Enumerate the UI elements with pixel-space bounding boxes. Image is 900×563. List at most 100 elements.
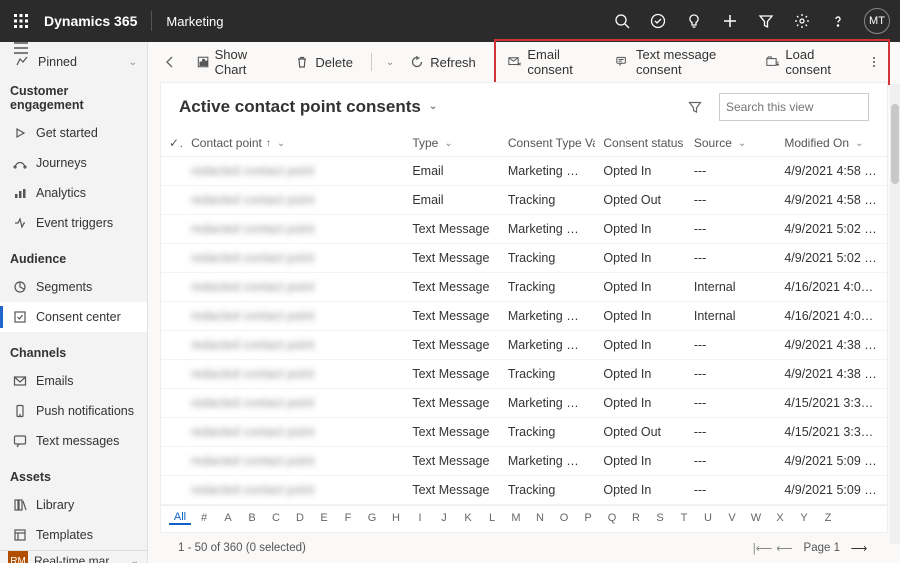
refresh-label: Refresh — [430, 55, 476, 70]
area-switcher[interactable]: RM Real-time marketi… ⌄ — [0, 550, 147, 563]
user-avatar[interactable]: MT — [864, 8, 890, 34]
alpha-w[interactable]: W — [745, 512, 767, 524]
table-row[interactable]: redacted contact pointText MessageTracki… — [161, 273, 887, 302]
cell-contact-point: redacted contact point — [183, 302, 404, 331]
show-chart-button[interactable]: Show Chart — [189, 43, 282, 81]
table-row[interactable]: redacted contact pointText MessageTracki… — [161, 418, 887, 447]
task-icon[interactable] — [642, 5, 674, 37]
filter-button[interactable] — [681, 93, 709, 121]
sidebar-item-label: Library — [36, 498, 74, 512]
add-icon[interactable] — [714, 5, 746, 37]
delete-button[interactable]: Delete — [287, 51, 361, 74]
alpha-g[interactable]: G — [361, 512, 383, 524]
alpha-u[interactable]: U — [697, 512, 719, 524]
alpha-k[interactable]: K — [457, 512, 479, 524]
alpha-o[interactable]: O — [553, 512, 575, 524]
next-page-button[interactable]: ⟶ — [848, 537, 870, 559]
cell-contact-point: redacted contact point — [183, 447, 404, 476]
lightbulb-icon[interactable] — [678, 5, 710, 37]
table-row[interactable]: redacted contact pointText MessageTracki… — [161, 360, 887, 389]
column-header[interactable]: Consent status⌄ — [595, 130, 685, 157]
alpha-#[interactable]: # — [193, 512, 215, 524]
table-row[interactable]: redacted contact pointText MessageMarket… — [161, 447, 887, 476]
first-page-button[interactable]: |⟵ — [752, 537, 774, 559]
alpha-l[interactable]: L — [481, 512, 503, 524]
sidebar-item-consent-center[interactable]: Consent center — [0, 302, 147, 332]
pinned-section[interactable]: Pinned ⌄ — [0, 54, 147, 70]
sidebar-item-text-messages[interactable]: Text messages — [0, 426, 147, 456]
column-header[interactable]: Modified On⌄ — [776, 130, 887, 157]
alpha-a[interactable]: A — [217, 512, 239, 524]
more-commands-icon[interactable] — [863, 50, 884, 74]
table-row[interactable]: redacted contact pointText MessageMarket… — [161, 389, 887, 418]
app-launcher-icon[interactable] — [10, 10, 32, 32]
search-input[interactable] — [726, 100, 881, 114]
library-icon — [12, 497, 28, 513]
column-header[interactable]: Contact point↑⌄ — [183, 130, 404, 157]
push-icon — [12, 403, 28, 419]
prev-page-button[interactable]: ⟵ — [774, 537, 796, 559]
alpha-y[interactable]: Y — [793, 512, 815, 524]
back-button[interactable] — [158, 48, 183, 76]
refresh-button[interactable]: Refresh — [402, 51, 484, 74]
alpha-i[interactable]: I — [409, 512, 431, 524]
alpha-p[interactable]: P — [577, 512, 599, 524]
email-consent-button[interactable]: Email consent — [500, 43, 605, 81]
alpha-all[interactable]: All — [169, 511, 191, 525]
table-row[interactable]: redacted contact pointEmailTrackingOpted… — [161, 186, 887, 215]
help-icon[interactable] — [822, 5, 854, 37]
alpha-d[interactable]: D — [289, 512, 311, 524]
table-row[interactable]: redacted contact pointText MessageMarket… — [161, 302, 887, 331]
alpha-c[interactable]: C — [265, 512, 287, 524]
table-row[interactable]: redacted contact pointText MessageTracki… — [161, 476, 887, 505]
sidebar-item-event-triggers[interactable]: Event triggers — [0, 208, 147, 238]
select-all-icon[interactable]: ✓ — [169, 136, 183, 150]
column-header[interactable]: Type⌄ — [404, 130, 500, 157]
cell-status: Opted In — [595, 447, 685, 476]
gear-icon[interactable] — [786, 5, 818, 37]
alpha-v[interactable]: V — [721, 512, 743, 524]
alpha-h[interactable]: H — [385, 512, 407, 524]
collapse-nav-icon[interactable] — [0, 42, 147, 54]
alpha-x[interactable]: X — [769, 512, 791, 524]
load-consent-button[interactable]: Load consent — [758, 43, 860, 81]
cell-contact-point: redacted contact point — [183, 331, 404, 360]
table-row[interactable]: redacted contact pointEmailMarketing Co…… — [161, 157, 887, 186]
column-header[interactable]: Consent Type Va…⌄ — [500, 130, 596, 157]
alpha-r[interactable]: R — [625, 512, 647, 524]
alpha-q[interactable]: Q — [601, 512, 623, 524]
view-selector[interactable]: Active contact point consents ⌄ — [179, 97, 437, 117]
table-row[interactable]: redacted contact pointText MessageMarket… — [161, 331, 887, 360]
sidebar-item-emails[interactable]: Emails — [0, 366, 147, 396]
alpha-e[interactable]: E — [313, 512, 335, 524]
alpha-m[interactable]: M — [505, 512, 527, 524]
filter-icon[interactable] — [750, 5, 782, 37]
cell-source: Internal — [686, 273, 776, 302]
search-field[interactable] — [719, 93, 869, 121]
email-consent-label: Email consent — [527, 47, 596, 77]
alpha-t[interactable]: T — [673, 512, 695, 524]
cell-type: Text Message — [404, 302, 500, 331]
column-header[interactable]: Source⌄ — [686, 130, 776, 157]
alpha-b[interactable]: B — [241, 512, 263, 524]
text-consent-button[interactable]: Text message consent — [608, 43, 753, 81]
alpha-n[interactable]: N — [529, 512, 551, 524]
sidebar-item-segments[interactable]: Segments — [0, 272, 147, 302]
alpha-j[interactable]: J — [433, 512, 455, 524]
alpha-s[interactable]: S — [649, 512, 671, 524]
table-row[interactable]: redacted contact pointText MessageMarket… — [161, 215, 887, 244]
sidebar-item-templates[interactable]: Templates — [0, 520, 147, 550]
scrollbar[interactable] — [890, 84, 900, 544]
header-divider — [151, 11, 152, 31]
sidebar-item-get-started[interactable]: Get started — [0, 118, 147, 148]
search-icon[interactable] — [606, 5, 638, 37]
sidebar-item-push-notifications[interactable]: Push notifications — [0, 396, 147, 426]
sidebar-item-library[interactable]: Library — [0, 490, 147, 520]
table-row[interactable]: redacted contact pointText MessageTracki… — [161, 244, 887, 273]
sidebar-item-journeys[interactable]: Journeys — [0, 148, 147, 178]
sidebar-item-analytics[interactable]: Analytics — [0, 178, 147, 208]
alpha-z[interactable]: Z — [817, 512, 839, 524]
alpha-f[interactable]: F — [337, 512, 359, 524]
cell-contact-point: redacted contact point — [183, 186, 404, 215]
delete-split-chevron[interactable]: ⌄ — [382, 53, 396, 72]
